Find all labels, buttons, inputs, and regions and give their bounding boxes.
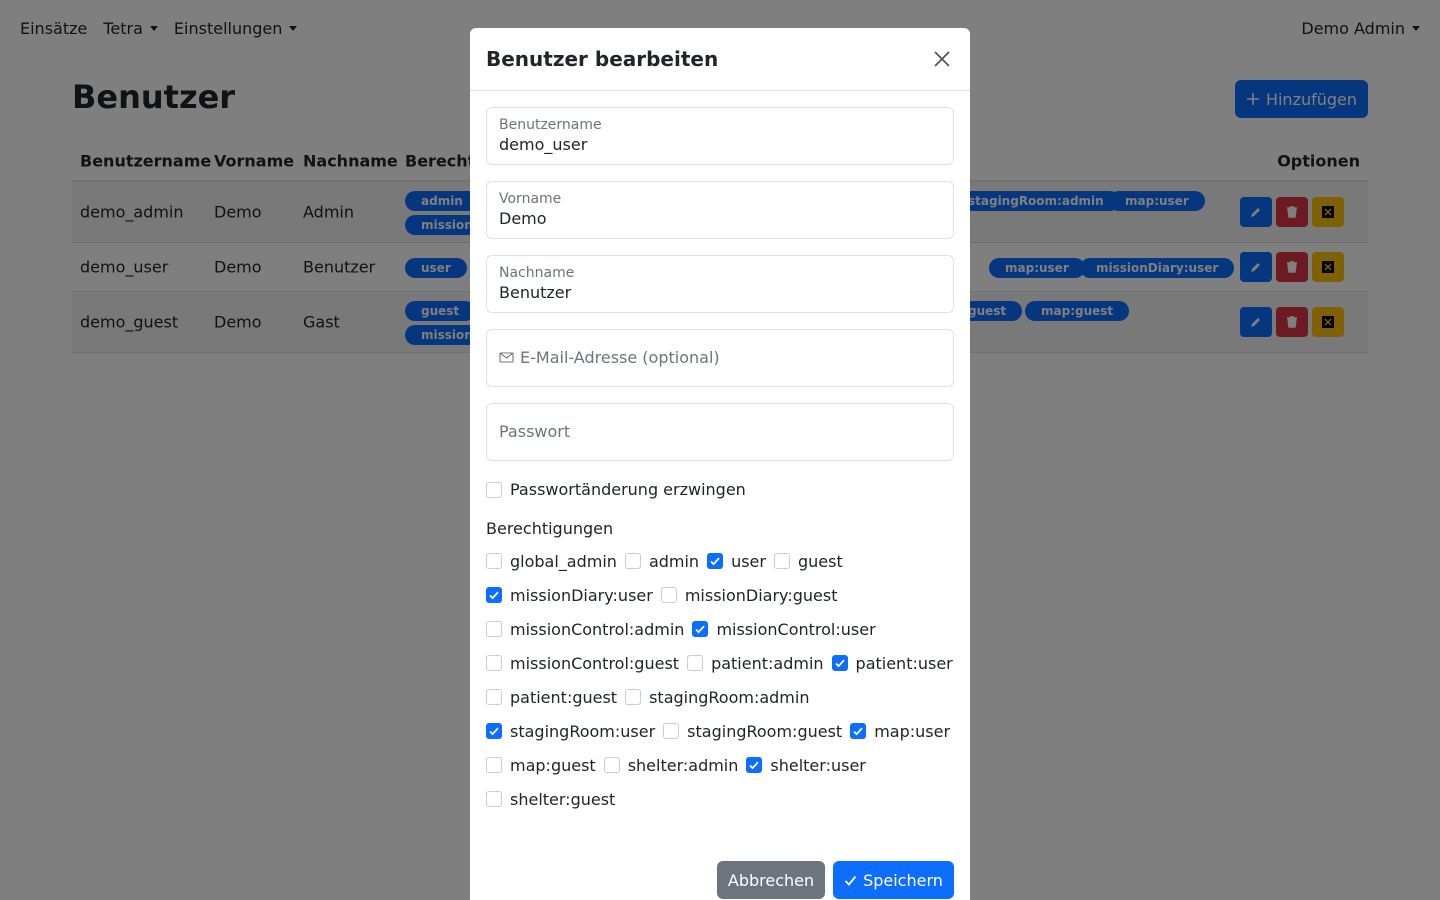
permission-row: missionControl:guest patient:admin patient…	[486, 653, 961, 673]
email-field[interactable]: E-Mail-Adresse (optional)	[486, 329, 954, 387]
permission-label: map:user	[874, 721, 951, 741]
checkbox-checked[interactable]	[692, 621, 709, 637]
checkbox-checked[interactable]	[486, 587, 502, 603]
close-button[interactable]	[930, 47, 954, 71]
permission-label: shelter:user	[770, 755, 866, 775]
checkbox[interactable]	[660, 587, 677, 603]
permission-label: stagingRoom:user	[510, 721, 656, 741]
checkbox[interactable]	[486, 481, 502, 498]
permission-label: patient:admin	[711, 653, 824, 673]
permission-checkbox-missioncontrol-admin[interactable]: missionControl:admin	[486, 620, 684, 639]
checkbox[interactable]	[486, 791, 502, 807]
checkbox[interactable]	[486, 689, 502, 705]
permission-label: missionDiary:guest	[684, 585, 838, 605]
username-field[interactable]: Benutzername demo_user	[486, 107, 954, 165]
permission-label: guest	[797, 551, 843, 571]
checkbox-checked[interactable]	[486, 723, 502, 739]
checkbox[interactable]	[486, 621, 502, 637]
checkbox[interactable]	[486, 655, 502, 671]
permission-label: shelter:guest	[510, 789, 616, 809]
permission-row: map:guest shelter:admin shelter:user	[486, 755, 874, 775]
permission-label: shelter:admin	[627, 755, 739, 775]
permission-checkbox-guest[interactable]: guest	[773, 551, 843, 571]
permission-label: missionControl:admin	[510, 619, 685, 639]
lastname-field[interactable]: Nachname Benutzer	[486, 255, 954, 313]
force-password-change-checkbox[interactable]: Passwortänderung erzwingen	[486, 480, 746, 499]
permission-label: admin	[648, 551, 700, 571]
permission-label: map:guest	[510, 755, 596, 775]
permission-label: stagingRoom:guest	[687, 721, 843, 741]
checkbox-checked[interactable]	[746, 757, 763, 773]
permission-label: missionDiary:user	[510, 585, 653, 605]
modal-title: Benutzer bearbeiten	[486, 47, 719, 71]
permission-label: global_admin	[510, 551, 617, 571]
permission-label: missionControl:user	[716, 619, 876, 639]
permission-checkbox-shelter-user[interactable]: shelter:user	[746, 755, 866, 775]
permission-checkbox-patient-guest[interactable]: patient:guest	[486, 688, 617, 707]
permission-checkbox-user[interactable]: user	[707, 552, 766, 571]
permission-checkbox-admin[interactable]: admin	[624, 551, 700, 571]
check-icon	[844, 875, 857, 886]
permission-label: missionControl:guest	[510, 653, 680, 673]
permission-checkbox-patient-user[interactable]: patient:user	[831, 653, 953, 673]
permission-row: stagingRoom:user stagingRoom:guest map:use…	[486, 721, 958, 741]
permission-checkbox-shelter-guest[interactable]: shelter:guest	[486, 790, 615, 809]
permission-row: global_admin admin user guest	[486, 551, 851, 571]
permission-label: patient:guest	[510, 687, 618, 707]
checkbox[interactable]	[663, 723, 680, 739]
permission-checkbox-missioncontrol-guest[interactable]: missionControl:guest	[486, 654, 679, 673]
envelope-icon	[499, 352, 514, 363]
permission-checkbox-stagingroom-guest[interactable]: stagingRoom:guest	[663, 722, 842, 741]
permission-checkbox-map-user[interactable]: map:user	[850, 722, 950, 741]
permission-checkbox-missioncontrol-user[interactable]: missionControl:user	[692, 619, 876, 639]
permission-checkbox-patient-admin[interactable]: patient:admin	[687, 653, 824, 673]
checkbox[interactable]	[486, 553, 502, 569]
cancel-button[interactable]: Abbrechen	[717, 861, 825, 899]
permissions-heading: Berechtigungen	[486, 519, 614, 538]
permission-label: patient:user	[855, 653, 953, 673]
permission-checkbox-stagingroom-admin[interactable]: stagingRoom:admin	[625, 688, 809, 707]
permission-row: missionDiary:user missionDiary:guest	[486, 585, 846, 605]
checkbox[interactable]	[687, 655, 704, 671]
checkbox-checked[interactable]	[831, 655, 848, 671]
permission-checkbox-shelter-admin[interactable]: shelter:admin	[603, 755, 739, 775]
permission-label: user	[731, 551, 766, 571]
checkbox[interactable]	[486, 757, 502, 773]
modal-header: Benutzer bearbeiten	[470, 28, 970, 91]
permission-checkbox-stagingroom-user[interactable]: stagingRoom:user	[486, 722, 655, 741]
checkbox[interactable]	[625, 689, 642, 705]
permission-checkbox-map-guest[interactable]: map:guest	[486, 756, 596, 775]
firstname-field[interactable]: Vorname Demo	[486, 181, 954, 239]
checkbox-checked[interactable]	[850, 723, 867, 739]
permission-checkbox-global-admin[interactable]: global_admin	[486, 552, 617, 571]
checkbox[interactable]	[773, 553, 790, 569]
save-button[interactable]: Speichern	[833, 861, 954, 899]
permission-row: missionControl:admin missionControl:user	[486, 619, 884, 639]
edit-user-modal: Benutzer bearbeiten Benutzername demo_us…	[470, 28, 970, 900]
permission-label: stagingRoom:admin	[649, 687, 810, 707]
permission-checkbox-missiondiary-guest[interactable]: missionDiary:guest	[660, 585, 838, 605]
permission-row: patient:guest stagingRoom:admin	[486, 687, 817, 707]
permission-checkbox-missiondiary-user[interactable]: missionDiary:user	[486, 586, 653, 605]
permission-row: shelter:guest	[486, 789, 623, 809]
close-icon	[934, 51, 950, 67]
checkbox[interactable]	[603, 757, 620, 773]
checkbox[interactable]	[624, 553, 641, 569]
checkbox-checked[interactable]	[707, 553, 724, 569]
password-field[interactable]: Passwort	[486, 403, 954, 461]
